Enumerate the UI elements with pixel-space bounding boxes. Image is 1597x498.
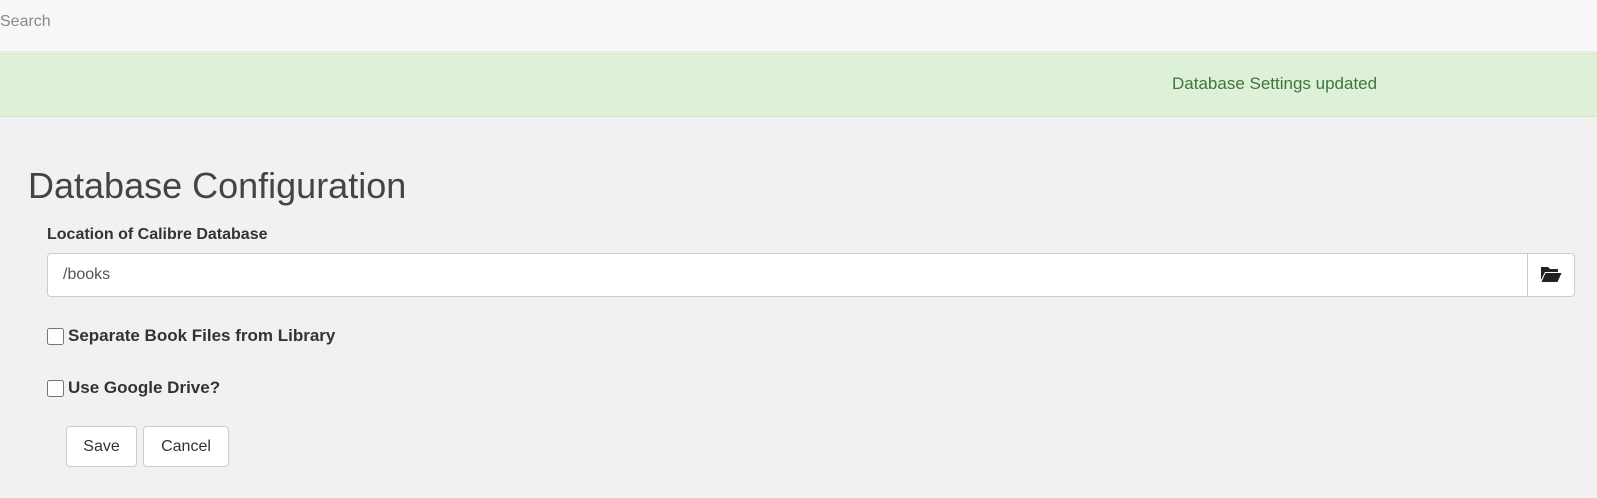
google-drive-checkbox[interactable] <box>47 379 64 397</box>
top-navbar <box>0 0 1597 52</box>
browse-folder-button[interactable] <box>1527 253 1575 297</box>
alert-message: Database Settings updated <box>1172 74 1378 93</box>
separate-book-files-row: Separate Book Files from Library <box>47 326 335 346</box>
search-input[interactable] <box>0 8 400 36</box>
separate-book-files-label[interactable]: Separate Book Files from Library <box>68 326 335 346</box>
google-drive-label[interactable]: Use Google Drive? <box>68 378 220 398</box>
cancel-button[interactable]: Cancel <box>143 426 229 467</box>
google-drive-row: Use Google Drive? <box>47 378 220 398</box>
folder-open-icon <box>1540 265 1562 286</box>
separate-book-files-checkbox[interactable] <box>47 327 64 345</box>
success-alert: Database Settings updated <box>0 53 1597 117</box>
calibre-location-input-group <box>47 253 1575 297</box>
save-button[interactable]: Save <box>66 426 137 467</box>
page-title: Database Configuration <box>28 165 407 206</box>
calibre-location-label: Location of Calibre Database <box>47 226 268 243</box>
calibre-location-input[interactable] <box>47 253 1527 297</box>
